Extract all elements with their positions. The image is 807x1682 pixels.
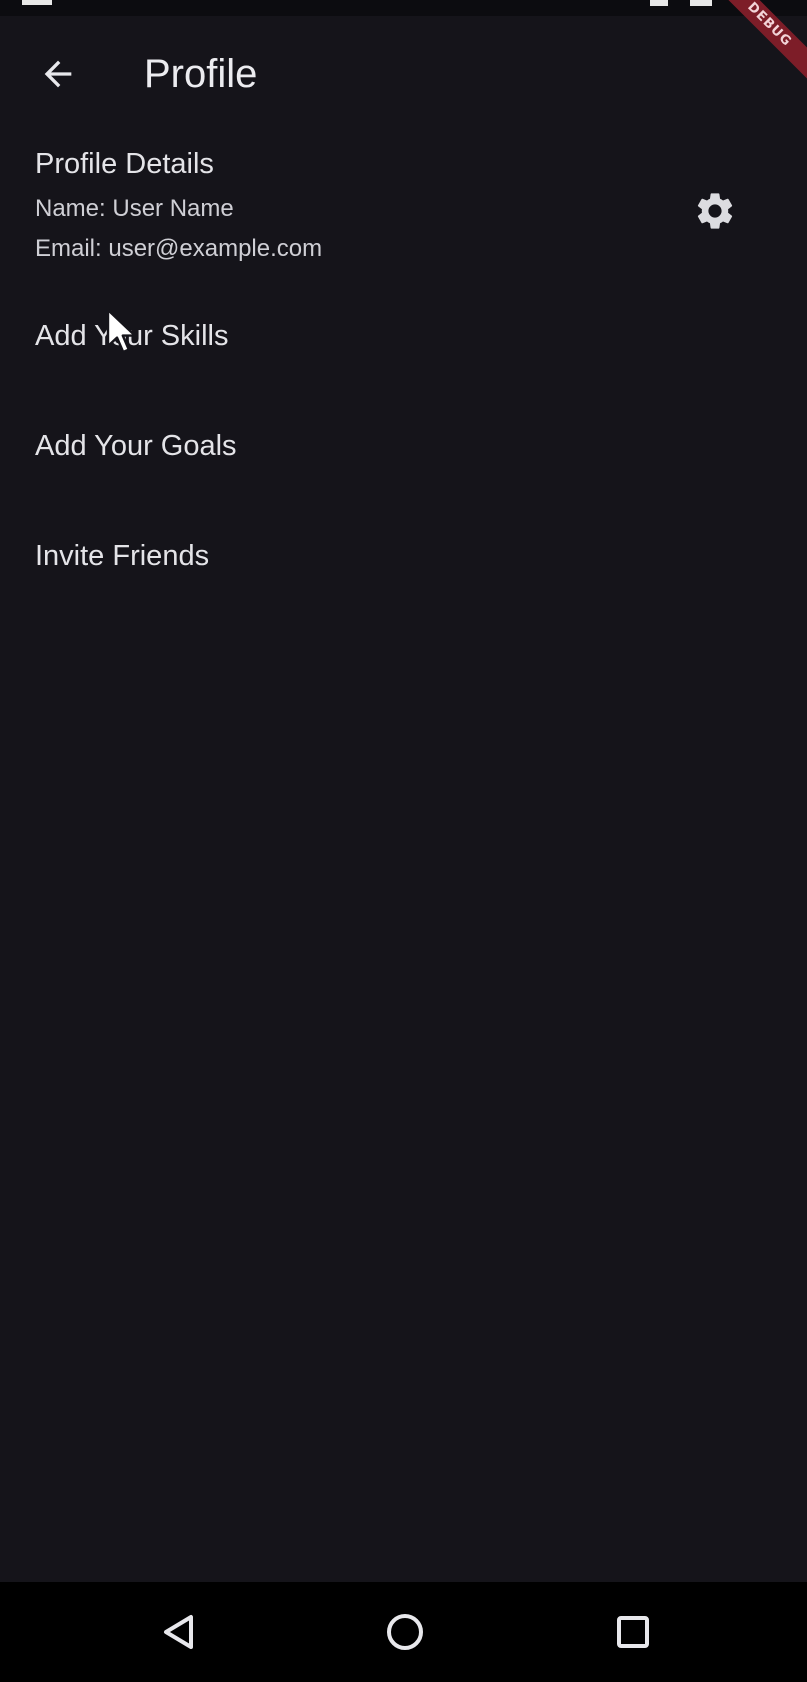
system-navigation-bar (0, 1582, 807, 1682)
profile-screen: DEBUG Profile Profile Details Name: User… (0, 0, 807, 1682)
profile-details-tile[interactable]: Profile Details Name: User Name Email: u… (0, 140, 807, 270)
square-recents-icon (617, 1616, 649, 1648)
signal-icon (650, 0, 668, 6)
nav-home-button[interactable] (373, 1600, 437, 1664)
nav-back-button[interactable] (148, 1600, 212, 1664)
menu-item-label: Invite Friends (35, 540, 210, 572)
menu-item-invite-friends[interactable]: Invite Friends (0, 512, 807, 602)
page-title: Profile (144, 52, 258, 96)
status-bar (0, 0, 807, 16)
settings-button[interactable] (684, 180, 746, 242)
battery-icon (690, 0, 712, 6)
menu-item-label: Add Your Skills (35, 320, 229, 352)
menu-item-add-skills[interactable]: Add Your Skills (0, 292, 807, 382)
status-icon (22, 0, 52, 5)
nav-recents-button[interactable] (601, 1600, 665, 1664)
profile-email-line: Email: user@example.com (35, 235, 323, 262)
gear-icon (697, 193, 733, 229)
menu-item-add-goals[interactable]: Add Your Goals (0, 402, 807, 492)
profile-details-title: Profile Details (35, 148, 214, 180)
menu-item-label: Add Your Goals (35, 430, 237, 462)
arrow-left-icon (44, 60, 72, 88)
profile-name-line: Name: User Name (35, 195, 234, 222)
triangle-back-icon (164, 1615, 193, 1649)
back-button[interactable] (30, 46, 86, 102)
circle-home-icon (387, 1614, 423, 1650)
app-bar: Profile (0, 16, 807, 126)
